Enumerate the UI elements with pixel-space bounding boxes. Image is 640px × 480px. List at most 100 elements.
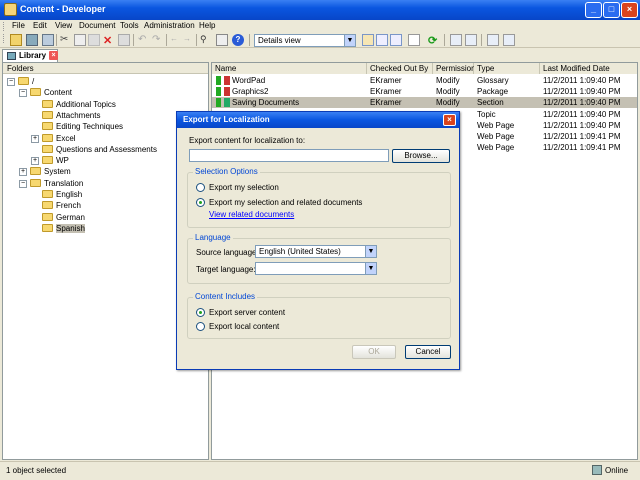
split-vertical-icon[interactable] <box>390 34 402 46</box>
language-title: Language <box>193 233 233 242</box>
check-out-icon[interactable] <box>450 34 462 46</box>
expand-icon[interactable]: + <box>31 134 39 143</box>
folder-item[interactable]: Attachments <box>42 110 100 122</box>
selection-options-group: Selection Options Export my selection Ex… <box>187 167 451 228</box>
find-icon[interactable]: ⚲ <box>200 34 212 46</box>
export-related-radio[interactable] <box>196 198 205 207</box>
collapse-icon[interactable]: − <box>19 179 27 188</box>
back-icon[interactable]: ← <box>170 34 182 46</box>
close-button[interactable]: × <box>621 2 638 18</box>
collapse-icon[interactable]: − <box>7 78 15 86</box>
export-selection-label[interactable]: Export my selection <box>209 183 279 192</box>
minimize-button[interactable]: _ <box>585 2 602 18</box>
column-permission[interactable]: Permission <box>433 63 476 74</box>
export-related-label[interactable]: Export my selection and related document… <box>209 198 362 207</box>
content-includes-title: Content Includes <box>193 292 258 301</box>
folder-icon <box>42 223 53 232</box>
menu-tools[interactable]: Tools <box>120 21 139 30</box>
folder-item[interactable]: Additional Topics <box>42 99 116 111</box>
cancel-button[interactable]: Cancel <box>405 345 451 359</box>
server-content-radio[interactable] <box>196 308 205 317</box>
save-icon[interactable] <box>26 34 38 46</box>
open-folder-icon[interactable] <box>10 34 22 46</box>
properties-icon[interactable] <box>118 34 130 46</box>
link-icon[interactable] <box>503 34 515 46</box>
status-text: 1 object selected <box>6 466 67 475</box>
chevron-down-icon: ▼ <box>344 35 355 46</box>
folder-item[interactable]: English <box>42 190 82 201</box>
help-icon[interactable]: ? <box>232 34 244 46</box>
cut-icon[interactable]: ✂ <box>60 34 72 46</box>
column-checked-out-by[interactable]: Checked Out By <box>367 63 433 74</box>
split-horizontal-icon[interactable] <box>376 34 388 46</box>
folder-item[interactable]: French <box>42 201 81 212</box>
view-selector[interactable]: Details view ▼ <box>254 34 356 47</box>
cell-type: Package <box>477 87 509 97</box>
collapse-icon[interactable]: − <box>19 89 27 98</box>
redo-icon[interactable]: ↷ <box>152 34 164 46</box>
folder-item[interactable]: WP <box>42 156 69 167</box>
local-content-radio[interactable] <box>196 322 205 331</box>
source-language-value: English (United States) <box>259 247 341 256</box>
tab-library-label: Library <box>19 51 47 60</box>
column-type[interactable]: Type <box>474 63 540 74</box>
print-icon[interactable] <box>42 34 54 46</box>
delete-icon[interactable]: ✕ <box>103 34 115 47</box>
tab-library[interactable]: Library × <box>2 49 58 62</box>
folder-item[interactable]: Spanish <box>42 223 85 235</box>
content-includes-group: Content Includes Export server content E… <box>187 292 451 339</box>
folder-item[interactable]: System <box>30 167 71 178</box>
dialog-close-button[interactable]: × <box>443 114 456 126</box>
new-document-icon[interactable] <box>408 34 420 46</box>
folder-label: Spanish <box>56 223 85 233</box>
ok-button[interactable]: OK <box>352 345 396 359</box>
column-last-modified[interactable]: Last Modified Date <box>540 63 637 74</box>
folder-item[interactable]: German <box>42 212 85 224</box>
expand-icon[interactable]: + <box>31 157 39 166</box>
toolbar: ✂ ✕ ↶ ↷ ← → ⚲ ? Details view ▼ ⟳ <box>0 32 640 48</box>
cell-name: Graphics2 <box>232 87 269 97</box>
check-in-icon[interactable] <box>465 34 477 46</box>
menu-view[interactable]: View <box>55 21 72 30</box>
browse-button[interactable]: Browse... <box>392 149 450 163</box>
menu-help[interactable]: Help <box>199 21 215 30</box>
folder-item[interactable]: Content <box>30 88 72 99</box>
table-row[interactable]: Graphics2 EKramer Modify Package 11/2/2011 1… <box>212 86 637 97</box>
export-selection-radio[interactable] <box>196 183 205 192</box>
menu-administration[interactable]: Administration <box>144 21 195 30</box>
menu-file[interactable]: File <box>12 21 25 30</box>
target-language-select[interactable]: ▼ <box>255 262 377 275</box>
chevron-down-icon: ▼ <box>365 263 376 274</box>
undo-icon[interactable]: ↶ <box>138 34 150 46</box>
forward-icon[interactable]: → <box>183 34 195 46</box>
menu-document[interactable]: Document <box>79 21 115 30</box>
maximize-button[interactable]: □ <box>603 2 620 18</box>
table-row[interactable]: WordPad EKramer Modify Glossary 11/2/2011 1:… <box>212 75 637 86</box>
table-row[interactable]: Saving Documents EKramer Modify Section 11/2… <box>212 97 637 109</box>
column-name[interactable]: Name <box>212 63 367 74</box>
details-view-icon[interactable] <box>362 34 374 46</box>
copy-icon[interactable] <box>74 34 86 46</box>
list-icon[interactable] <box>216 34 228 46</box>
local-content-label[interactable]: Export local content <box>209 322 279 331</box>
export-path-input[interactable] <box>189 149 389 162</box>
folder-item[interactable]: Excel <box>42 133 76 145</box>
server-content-label[interactable]: Export server content <box>209 308 285 317</box>
folder-item[interactable]: Questions and Assessments <box>42 144 157 156</box>
menu-edit[interactable]: Edit <box>33 21 47 30</box>
view-related-link[interactable]: View related documents <box>209 210 294 219</box>
expand-icon[interactable]: + <box>19 168 27 177</box>
refresh-icon[interactable]: ⟳ <box>428 34 440 47</box>
folder-label: French <box>56 201 81 211</box>
library-icon <box>7 52 16 60</box>
paste-icon[interactable] <box>88 34 100 46</box>
folder-item[interactable]: Editing Techniques <box>42 122 123 133</box>
menu-grip <box>3 22 5 31</box>
folder-item[interactable]: / <box>18 77 34 88</box>
source-language-select[interactable]: English (United States) ▼ <box>255 245 377 258</box>
cell-checked-out-by: EKramer <box>370 76 402 85</box>
close-tab-icon[interactable]: × <box>49 51 58 60</box>
publish-icon[interactable] <box>487 34 499 46</box>
folder-item[interactable]: Translation <box>30 178 83 190</box>
cell-type: Glossary <box>477 76 509 85</box>
